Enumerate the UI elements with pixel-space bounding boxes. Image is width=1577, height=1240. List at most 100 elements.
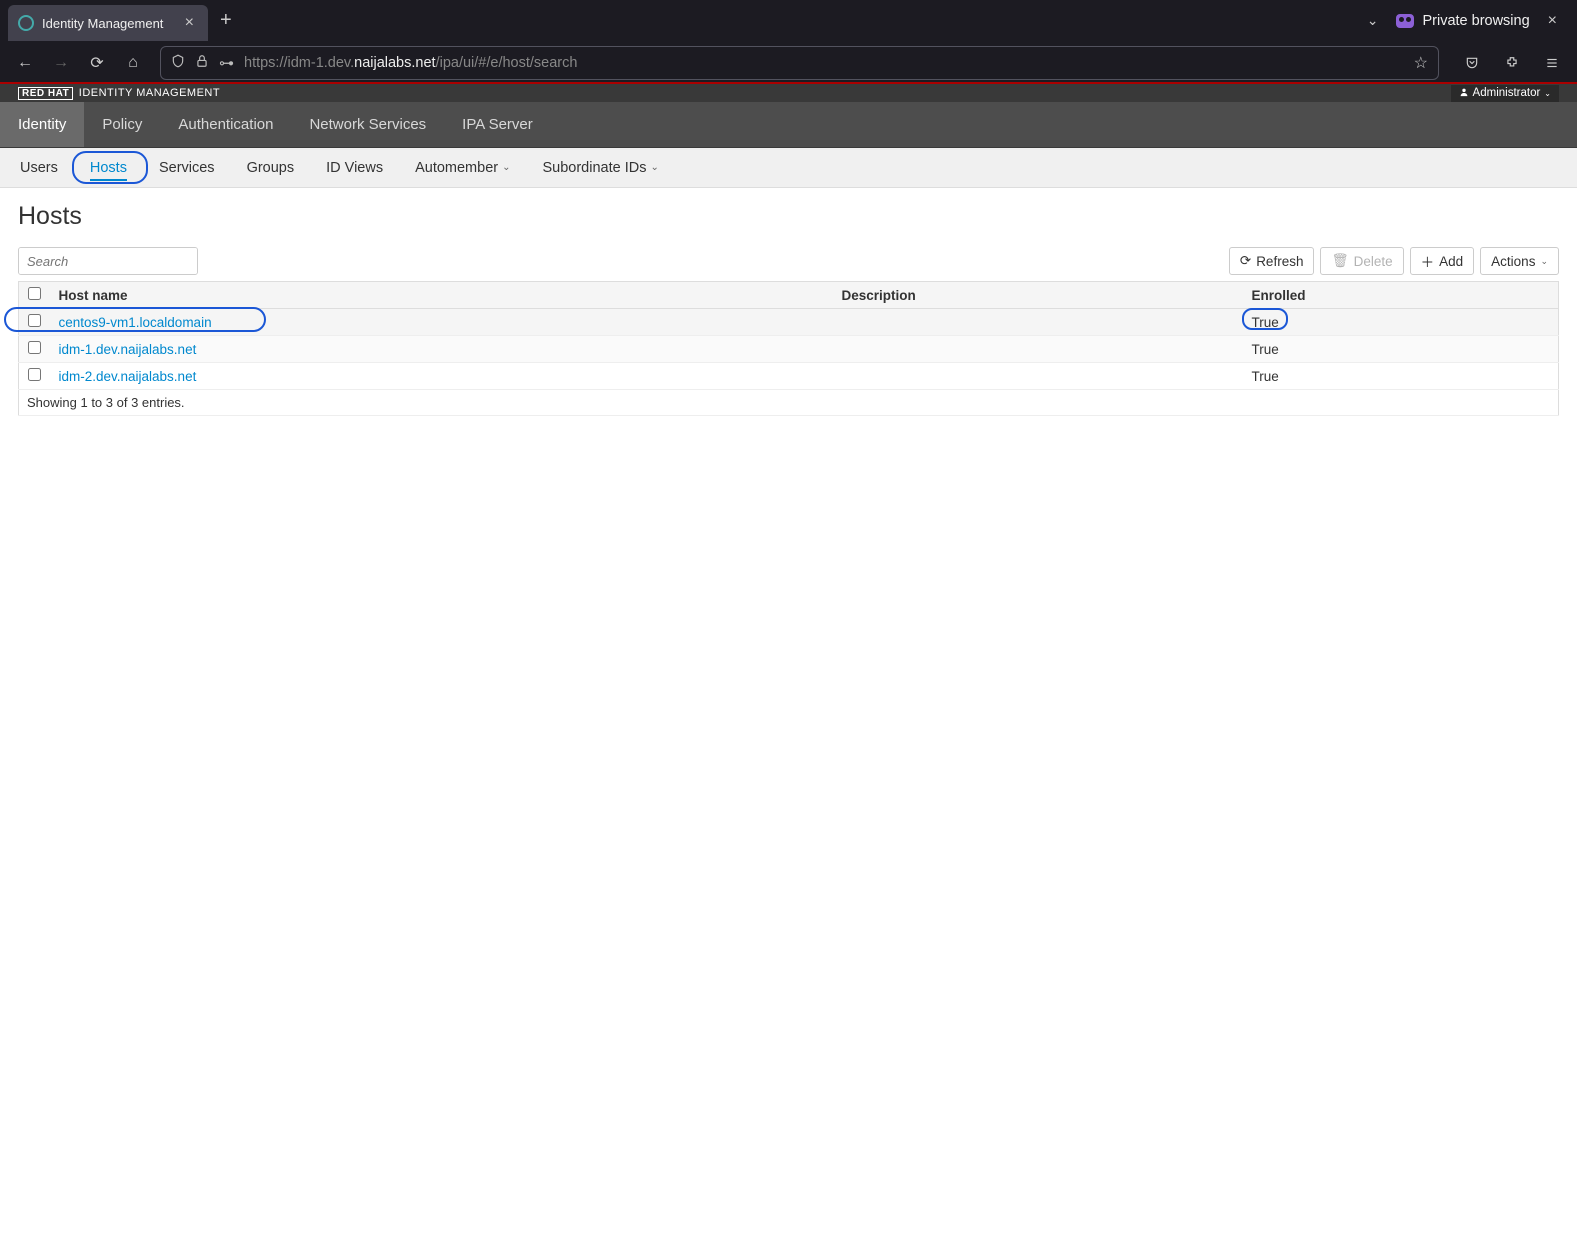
sub-nav-services[interactable]: Services <box>143 148 231 187</box>
menu-icon[interactable] <box>1537 48 1567 78</box>
main-nav-network-services[interactable]: Network Services <box>291 102 444 147</box>
sub-nav: Users Hosts Services Groups ID Views Aut… <box>0 148 1577 188</box>
page-title: Hosts <box>18 202 1559 231</box>
address-bar: ← → ⟳ ⌂ ⊶ https://idm-1.dev.naijalabs.ne… <box>0 41 1577 84</box>
refresh-icon: ⟳ <box>1240 253 1251 269</box>
delete-button[interactable]: 🗑 Delete <box>1320 247 1403 275</box>
browser-tab[interactable]: Identity Management × <box>8 5 208 41</box>
row-checkbox[interactable] <box>28 341 41 354</box>
cell-description <box>834 309 1244 336</box>
close-tab-icon[interactable]: × <box>181 14 198 32</box>
plus-icon: ＋ <box>1421 251 1435 271</box>
sub-nav-label: Subordinate IDs <box>542 160 646 176</box>
sub-nav-groups[interactable]: Groups <box>231 148 311 187</box>
cell-enrolled: True <box>1244 363 1559 390</box>
main-nav-ipa-server[interactable]: IPA Server <box>444 102 551 147</box>
column-header-enrolled[interactable]: Enrolled <box>1244 282 1559 309</box>
brand-product: IDENTITY MANAGEMENT <box>79 87 220 99</box>
user-menu-label: Administrator <box>1473 87 1541 99</box>
chevron-down-icon: ⌄ <box>650 162 658 173</box>
back-button[interactable]: ← <box>10 48 40 78</box>
bookmark-star-icon[interactable]: ☆ <box>1414 53 1428 73</box>
tab-bar: Identity Management × + ⌄ Private browsi… <box>0 0 1577 41</box>
permissions-icon[interactable]: ⊶ <box>219 54 234 72</box>
search-input[interactable] <box>19 248 198 274</box>
add-button[interactable]: ＋ Add <box>1410 247 1475 275</box>
sub-nav-automember[interactable]: Automember ⌄ <box>399 148 526 187</box>
row-checkbox[interactable] <box>28 314 41 327</box>
brand-redhat: RED HAT <box>18 87 73 100</box>
sub-nav-label: Hosts <box>90 160 127 176</box>
pocket-icon[interactable] <box>1457 48 1487 78</box>
search-box <box>18 247 198 275</box>
row-checkbox[interactable] <box>28 368 41 381</box>
table-footer-text: Showing 1 to 3 of 3 entries. <box>19 390 1559 416</box>
extensions-icon[interactable] <box>1497 48 1527 78</box>
column-header-hostname[interactable]: Host name <box>51 282 834 309</box>
sub-nav-label: Users <box>20 160 58 176</box>
hosts-table: Host name Description Enrolled centos9-v… <box>18 281 1559 416</box>
sub-nav-label: Services <box>159 160 215 176</box>
sub-nav-users[interactable]: Users <box>4 148 74 187</box>
chevron-down-icon: ⌄ <box>502 162 510 173</box>
table-header-row: Host name Description Enrolled <box>19 282 1559 309</box>
url-text: https://idm-1.dev.naijalabs.net/ipa/ui/#… <box>244 55 1404 71</box>
url-box[interactable]: ⊶ https://idm-1.dev.naijalabs.net/ipa/ui… <box>160 46 1439 80</box>
table-footer: Showing 1 to 3 of 3 entries. <box>19 390 1559 416</box>
lock-icon[interactable] <box>195 54 209 71</box>
table-row: centos9-vm1.localdomain True <box>19 309 1559 336</box>
actions-button[interactable]: Actions ⌄ <box>1480 247 1559 275</box>
window-close-icon[interactable]: × <box>1548 12 1557 30</box>
main-nav: Identity Policy Authentication Network S… <box>0 102 1577 148</box>
select-all-checkbox[interactable] <box>28 287 41 300</box>
main-nav-identity[interactable]: Identity <box>0 102 84 147</box>
mask-icon <box>1396 14 1414 28</box>
cell-enrolled: True <box>1244 336 1559 363</box>
table-row: idm-2.dev.naijalabs.net True <box>19 363 1559 390</box>
main-nav-authentication[interactable]: Authentication <box>160 102 291 147</box>
main-nav-policy[interactable]: Policy <box>84 102 160 147</box>
url-host: naijalabs.net <box>354 55 435 71</box>
url-prefix: https://idm-1.dev. <box>244 55 354 71</box>
reload-button[interactable]: ⟳ <box>82 48 112 78</box>
sub-nav-id-views[interactable]: ID Views <box>310 148 399 187</box>
chevron-down-icon: ⌄ <box>1540 256 1548 267</box>
host-link[interactable]: idm-2.dev.naijalabs.net <box>59 369 197 384</box>
shield-icon[interactable] <box>171 54 185 71</box>
host-link[interactable]: centos9-vm1.localdomain <box>59 315 212 330</box>
trash-icon: 🗑 <box>1331 253 1348 269</box>
browser-chrome: Identity Management × + ⌄ Private browsi… <box>0 0 1577 84</box>
main-nav-label: Identity <box>18 116 66 133</box>
toolbar: ⟳ Refresh 🗑 Delete ＋ Add Actions ⌄ <box>18 247 1559 275</box>
refresh-button[interactable]: ⟳ Refresh <box>1229 247 1315 275</box>
main-nav-label: Network Services <box>309 116 426 133</box>
private-browsing-badge: Private browsing <box>1396 13 1529 29</box>
sub-nav-label: Automember <box>415 160 498 176</box>
sub-nav-subordinate-ids[interactable]: Subordinate IDs ⌄ <box>526 148 674 187</box>
column-header-description[interactable]: Description <box>834 282 1244 309</box>
url-path: /ipa/ui/#/e/host/search <box>436 55 578 71</box>
main-nav-label: Authentication <box>178 116 273 133</box>
user-icon <box>1459 87 1469 100</box>
tab-title: Identity Management <box>42 16 173 31</box>
home-button[interactable]: ⌂ <box>118 48 148 78</box>
private-browsing-label: Private browsing <box>1422 13 1529 29</box>
sub-nav-hosts[interactable]: Hosts <box>74 148 143 187</box>
table-row: idm-1.dev.naijalabs.net True <box>19 336 1559 363</box>
main-nav-label: IPA Server <box>462 116 533 133</box>
action-buttons: ⟳ Refresh 🗑 Delete ＋ Add Actions ⌄ <box>1229 247 1559 275</box>
chevron-down-icon: ⌄ <box>1544 89 1551 98</box>
user-menu[interactable]: Administrator ⌄ <box>1451 85 1559 102</box>
tabs-overflow-icon[interactable]: ⌄ <box>1367 12 1379 29</box>
button-label: Actions <box>1491 254 1535 269</box>
button-label: Delete <box>1354 254 1393 269</box>
host-link[interactable]: idm-1.dev.naijalabs.net <box>59 342 197 357</box>
new-tab-button[interactable]: + <box>208 9 244 32</box>
cell-description <box>834 336 1244 363</box>
main-nav-label: Policy <box>102 116 142 133</box>
button-label: Refresh <box>1256 254 1303 269</box>
forward-button[interactable]: → <box>46 48 76 78</box>
cell-description <box>834 363 1244 390</box>
tab-favicon <box>18 15 34 31</box>
brand: RED HAT IDENTITY MANAGEMENT <box>18 87 220 99</box>
